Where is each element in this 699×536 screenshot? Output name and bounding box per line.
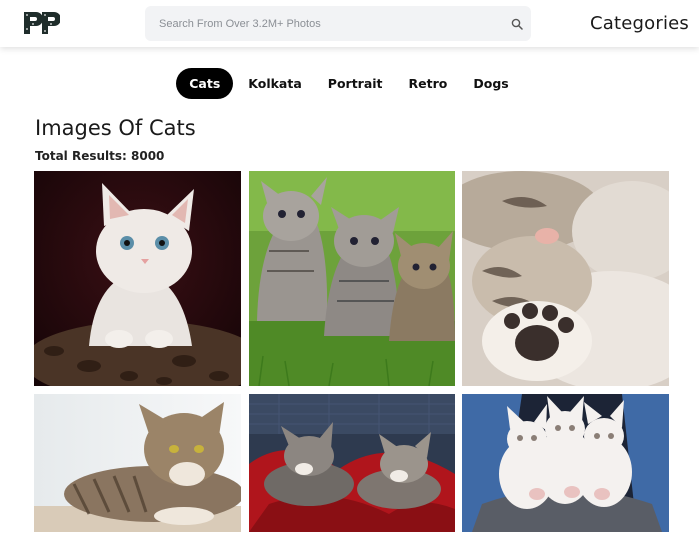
cat-photo-image [34, 394, 241, 532]
photo-card[interactable] [34, 171, 241, 386]
site-logo[interactable] [22, 10, 61, 36]
cat-photo-image [34, 171, 241, 386]
photo-card[interactable] [462, 171, 669, 386]
page-title: Images Of Cats [35, 116, 196, 140]
search-input[interactable] [145, 17, 503, 30]
total-results: Total Results: 8000 [35, 149, 165, 163]
photo-card[interactable] [34, 394, 241, 532]
tab-portrait[interactable]: Portrait [314, 68, 397, 99]
logo-icon [24, 12, 61, 34]
tab-cats[interactable]: Cats [176, 68, 234, 99]
cat-photo-image [462, 171, 669, 386]
photo-card[interactable] [249, 394, 455, 532]
tab-dogs[interactable]: Dogs [459, 68, 522, 99]
photo-card[interactable] [249, 171, 455, 386]
photo-card[interactable] [462, 394, 669, 532]
tab-retro[interactable]: Retro [395, 68, 462, 99]
cat-photo-image [462, 394, 669, 532]
category-tabs: Cats Kolkata Portrait Retro Dogs [0, 68, 699, 99]
cat-photo-image [249, 394, 455, 532]
tab-kolkata[interactable]: Kolkata [234, 68, 316, 99]
top-header: Categories [0, 0, 699, 47]
categories-link[interactable]: Categories [590, 13, 689, 34]
cat-photo-image [249, 171, 455, 386]
search-bar [145, 6, 531, 41]
search-icon[interactable] [503, 6, 531, 41]
